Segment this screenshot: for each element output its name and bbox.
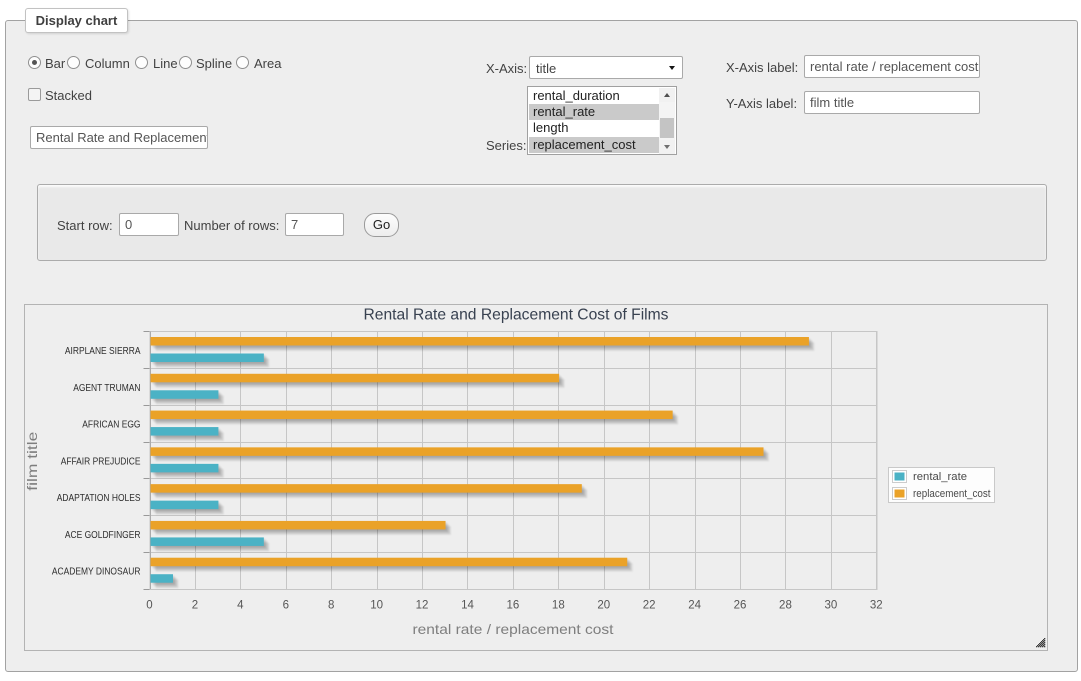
svg-text:6: 6: [283, 600, 289, 612]
svg-text:Rental Rate and Replacement Co: Rental Rate and Replacement Cost of Film…: [364, 307, 669, 324]
svg-text:ADAPTATION HOLES: ADAPTATION HOLES: [57, 493, 141, 504]
svg-text:2: 2: [192, 600, 198, 612]
svg-text:ACE GOLDFINGER: ACE GOLDFINGER: [65, 530, 141, 541]
svg-text:20: 20: [597, 600, 610, 612]
svg-text:rental_rate: rental_rate: [913, 471, 967, 483]
svg-text:14: 14: [461, 600, 474, 612]
svg-text:film title: film title: [24, 431, 40, 490]
svg-text:30: 30: [824, 600, 837, 612]
svg-text:10: 10: [370, 600, 383, 612]
svg-text:12: 12: [416, 600, 429, 612]
svg-text:4: 4: [237, 600, 244, 612]
svg-text:26: 26: [734, 600, 747, 612]
svg-text:24: 24: [688, 600, 701, 612]
svg-text:22: 22: [643, 600, 656, 612]
svg-text:16: 16: [507, 600, 520, 612]
svg-text:0: 0: [146, 600, 152, 612]
svg-text:32: 32: [870, 600, 883, 612]
svg-text:replacement_cost: replacement_cost: [913, 488, 991, 500]
svg-text:rental rate / replacement cost: rental rate / replacement cost: [413, 621, 614, 637]
svg-text:AFFAIR PREJUDICE: AFFAIR PREJUDICE: [61, 456, 141, 467]
svg-text:8: 8: [328, 600, 334, 612]
svg-text:ACADEMY DINOSAUR: ACADEMY DINOSAUR: [52, 567, 141, 578]
svg-text:AFRICAN EGG: AFRICAN EGG: [82, 420, 140, 431]
svg-text:28: 28: [779, 600, 792, 612]
svg-text:18: 18: [552, 600, 565, 612]
svg-text:AIRPLANE SIERRA: AIRPLANE SIERRA: [65, 346, 141, 357]
svg-text:AGENT TRUMAN: AGENT TRUMAN: [73, 383, 140, 394]
